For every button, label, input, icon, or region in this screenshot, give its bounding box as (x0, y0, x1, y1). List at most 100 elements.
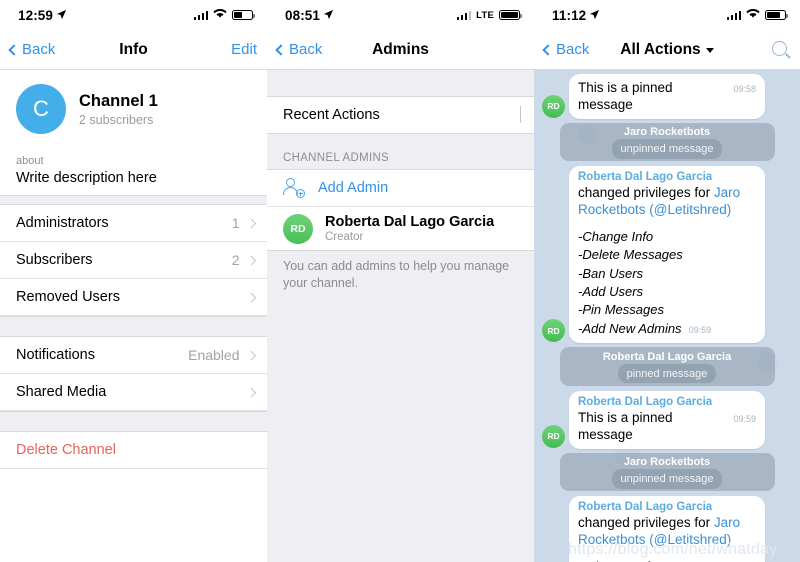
channel-profile-header[interactable]: C Channel 1 2 subscribers (0, 70, 267, 148)
message-lead: changed privileges for (578, 185, 714, 201)
status-indicators (193, 6, 255, 24)
row-removed-users[interactable]: Removed Users (0, 279, 267, 316)
message-body: This is a pinned message 09:58 (578, 79, 756, 114)
message-bubble[interactable]: This is a pinned message 09:58 (569, 74, 765, 119)
message-row[interactable]: RD Roberta Dal Lago Garcia changed privi… (542, 166, 792, 344)
row-notifications-label: Notifications (16, 347, 95, 363)
row-shared-media-label: Shared Media (16, 384, 107, 400)
row-subscribers-value: 2 (231, 252, 240, 268)
back-button[interactable]: Back (8, 41, 55, 58)
row-administrators-label: Administrators (16, 215, 109, 231)
row-recent-actions-accessory (520, 106, 521, 123)
row-administrators-accessory: 1 (232, 215, 256, 231)
channel-avatar: C (16, 84, 66, 134)
permission-item: -Add Users (578, 284, 644, 300)
battery-icon (499, 9, 522, 21)
service-action: unpinned message (611, 139, 723, 159)
message-text: This is a pinned message (578, 409, 673, 443)
message-author: Roberta Dal Lago Garcia (578, 501, 713, 514)
nav-bar-admins: Back Admins (267, 30, 534, 70)
row-shared-media[interactable]: Shared Media (0, 374, 267, 411)
admin-name: Roberta Dal Lago Garcia (325, 214, 495, 230)
status-bar-right: 11:12 (534, 0, 800, 30)
info-content: C Channel 1 2 subscribers about Write de… (0, 70, 267, 562)
avatar: RD (283, 213, 313, 244)
screen-all-actions: 11:12 Back All Actions RD This is a pinn… (534, 0, 800, 562)
status-indicators: LTE (456, 9, 522, 21)
avatar: RD (542, 319, 565, 343)
permission-item: +Change Info (578, 558, 756, 562)
signal-bars-icon (456, 10, 472, 20)
recent-actions-card: Recent Actions (267, 96, 534, 134)
wifi-icon (213, 6, 227, 24)
admin-list-item[interactable]: RD Roberta Dal Lago Garcia Creator (267, 206, 534, 250)
message-row[interactable]: RD Roberta Dal Lago Garcia changed privi… (542, 496, 792, 562)
chevron-left-icon (8, 43, 20, 56)
location-arrow-icon (56, 8, 67, 23)
about-section[interactable]: about Write description here (0, 148, 267, 195)
chevron-right-icon (246, 387, 256, 397)
service-actor: Jaro Rocketbots (623, 456, 711, 468)
about-value: Write description here (16, 170, 157, 186)
admins-footer-note: You can add admins to help you manage yo… (283, 259, 510, 290)
row-subscribers-accessory: 2 (231, 252, 256, 268)
edit-button[interactable]: Edit (231, 41, 257, 58)
status-bar-mid: 08:51 LTE (267, 0, 534, 30)
action-log-list[interactable]: RD This is a pinned message 09:58 Jaro R… (534, 70, 800, 562)
service-action: pinned message (617, 364, 717, 384)
message-row[interactable]: RD This is a pinned message 09:58 (542, 74, 792, 119)
add-admin-button[interactable]: Add Admin (267, 170, 534, 206)
service-actor: Roberta Dal Lago Garcia (602, 350, 732, 363)
channel-name: Channel 1 (79, 91, 158, 110)
back-button[interactable]: Back (275, 41, 322, 58)
row-removed-users-label: Removed Users (16, 289, 120, 305)
row-shared-media-accessory (246, 387, 256, 397)
screen-channel-info: 12:59 Back Info Edit C Channel 1 2 subsc… (0, 0, 267, 562)
service-message-pill: Jaro Rocketbots unpinned message (559, 452, 775, 492)
row-administrators[interactable]: Administrators 1 (0, 205, 267, 242)
battery-icon (765, 9, 788, 21)
back-button[interactable]: Back (542, 41, 589, 58)
row-subscribers-label: Subscribers (16, 252, 93, 268)
message-bubble[interactable]: Roberta Dal Lago Garcia changed privileg… (569, 496, 765, 562)
status-indicators (726, 6, 788, 24)
search-icon[interactable] (772, 40, 790, 59)
delete-channel-label: Delete Channel (16, 442, 116, 458)
admin-role: Creator (325, 231, 364, 243)
location-arrow-icon (323, 8, 334, 23)
add-person-icon (283, 178, 305, 198)
chevron-right-icon (520, 106, 521, 123)
service-message-pill: Jaro Rocketbots unpinned message (559, 122, 775, 162)
status-time-text: 08:51 (285, 7, 321, 23)
message-row[interactable]: RD Roberta Dal Lago Garcia This is a pin… (542, 390, 792, 449)
message-bubble[interactable]: Roberta Dal Lago Garcia This is a pinned… (569, 390, 765, 449)
message-body: This is a pinned message 09:59 (578, 409, 756, 444)
avatar: RD (542, 94, 565, 118)
delete-channel-button[interactable]: Delete Channel (0, 432, 267, 469)
row-notifications[interactable]: Notifications Enabled (0, 337, 267, 374)
message-author: Roberta Dal Lago Garcia (578, 395, 713, 408)
row-subscribers[interactable]: Subscribers 2 (0, 242, 267, 279)
message-bubble[interactable]: Roberta Dal Lago Garcia changed privileg… (569, 166, 765, 344)
status-time: 12:59 (18, 8, 67, 23)
signal-bars-icon (726, 10, 741, 20)
row-recent-actions[interactable]: Recent Actions (267, 97, 534, 133)
section-divider (0, 316, 267, 337)
permission-list: +Change Info +Delete Messages +Ban Users… (578, 558, 756, 562)
service-message-pill: Roberta Dal Lago Garcia pinned message (559, 347, 775, 386)
admins-content: Recent Actions CHANNEL ADMINS Add Admin … (267, 70, 534, 562)
about-label: about (16, 155, 44, 167)
screen-admins: 08:51 LTE Back Admins Recent Actions CHA… (267, 0, 534, 562)
message-text: This is a pinned message (578, 80, 673, 113)
status-time-text: 11:12 (552, 7, 587, 23)
permission-item: -Ban Users (578, 265, 644, 281)
service-message: Roberta Dal Lago Garcia pinned message (542, 347, 792, 386)
permission-item: -Add New Admins (578, 320, 682, 336)
channel-identity: Channel 1 2 subscribers (79, 92, 158, 127)
row-recent-actions-label: Recent Actions (283, 107, 380, 123)
three-screenshot-collage: 12:59 Back Info Edit C Channel 1 2 subsc… (0, 0, 800, 562)
row-notifications-value: Enabled (188, 347, 240, 363)
message-timestamp: 09:59 (733, 413, 756, 424)
permission-item: -Pin Messages (578, 302, 664, 318)
